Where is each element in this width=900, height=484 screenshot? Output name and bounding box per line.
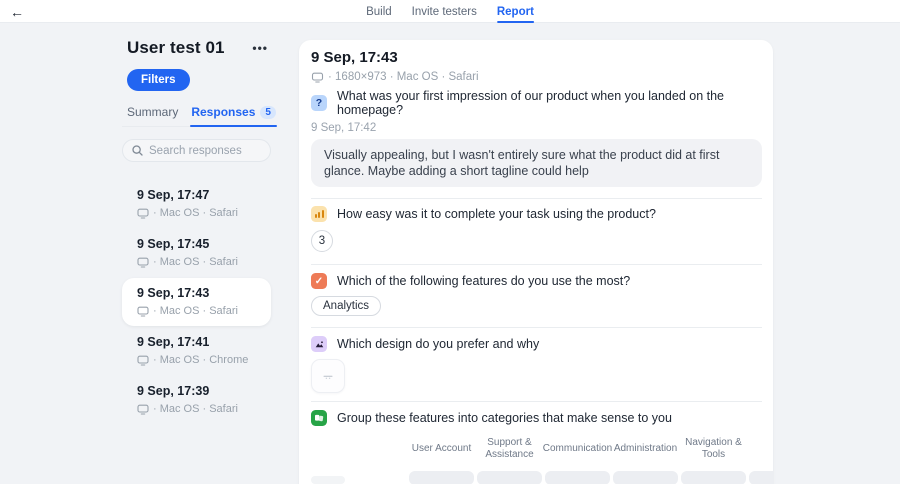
sort-matrix-cell — [613, 471, 678, 484]
sort-matrix-cell — [749, 471, 773, 484]
response-list-item[interactable]: 9 Sep, 17:45 · Mac OS · Safari — [122, 229, 271, 277]
choice-answer-pill: Analytics — [311, 296, 381, 316]
card-sort-question-icon — [311, 410, 327, 426]
responses-list: 9 Sep, 17:47 · Mac OS · Safari 9 Sep, 17… — [122, 180, 271, 424]
question-text: Group these features into categories tha… — [337, 411, 672, 425]
navbar-tabs: Build Invite testers Report — [366, 0, 534, 23]
divider — [311, 264, 762, 265]
responses-count-badge: 5 — [260, 106, 276, 119]
monitor-icon — [137, 306, 149, 317]
back-arrow-icon: ← — [10, 4, 24, 20]
sort-column-header: User Account — [409, 437, 474, 461]
tab-summary[interactable]: Summary — [127, 105, 178, 119]
sidebar-tabs: Summary Responses 5 — [122, 105, 271, 127]
scale-answer-value: 3 — [311, 230, 333, 252]
matrix-row-label — [311, 476, 345, 484]
monitor-icon — [137, 257, 149, 268]
device-info: · Mac OS · Safari — [153, 403, 238, 415]
back-button[interactable]: ← — [10, 0, 24, 23]
tab-build[interactable]: Build — [366, 0, 392, 23]
card-sort-matrix: User Account Support & Assistance Commun… — [311, 437, 762, 484]
open-answer-bubble: Visually appealing, but I wasn't entirel… — [311, 139, 762, 187]
monitor-icon — [137, 355, 149, 366]
top-navbar: ← Build Invite testers Report — [0, 0, 900, 23]
cards-icon — [314, 413, 324, 423]
response-list-item[interactable]: 9 Sep, 17:41 · Mac OS · Chrome — [122, 327, 271, 375]
tab-report[interactable]: Report — [497, 0, 534, 23]
search-responses-box — [122, 139, 271, 162]
device-info: · Mac OS · Safari — [153, 256, 238, 268]
sort-column-header: Support & Assistance — [477, 437, 542, 461]
device-info: · Mac OS · Safari — [153, 207, 238, 219]
choice-question-icon: ✓ — [311, 273, 327, 289]
preference-question-icon — [311, 336, 327, 352]
divider — [311, 198, 762, 199]
monitor-icon — [311, 72, 324, 83]
monitor-icon — [137, 208, 149, 219]
question-text: What was your first impression of our pr… — [337, 89, 762, 117]
response-title: 9 Sep, 17:43 — [311, 50, 762, 66]
filters-button[interactable]: Filters — [127, 69, 190, 91]
device-info: · Mac OS · Safari — [153, 305, 238, 317]
preference-answer-thumbnail[interactable] — [311, 359, 345, 393]
question-text: Which design do you prefer and why — [337, 337, 539, 351]
more-options-icon[interactable]: ••• — [252, 43, 268, 53]
response-detail-card: 9 Sep, 17:43 · 1680×973 · Mac OS · Safar… — [299, 40, 773, 484]
sort-column-header: Navigation & Tools — [681, 437, 746, 461]
sort-column-header: Communication — [545, 437, 610, 461]
image-placeholder-icon — [323, 372, 333, 380]
device-info: · Mac OS · Chrome — [153, 354, 248, 366]
open-question-icon: ? — [311, 95, 327, 111]
answer-timestamp: 9 Sep, 17:42 — [311, 122, 762, 134]
sort-matrix-cell — [477, 471, 542, 484]
sort-matrix-cell — [681, 471, 746, 484]
response-list-item[interactable]: 9 Sep, 17:39 · Mac OS · Safari — [122, 376, 271, 424]
sidebar: User test 01 ••• Filters Summary Respons… — [122, 38, 271, 425]
divider — [311, 401, 762, 402]
tab-responses[interactable]: Responses 5 — [191, 105, 276, 119]
response-list-item-selected[interactable]: 9 Sep, 17:43 · Mac OS · Safari — [122, 278, 271, 326]
sort-column-header — [749, 437, 773, 461]
image-icon — [314, 339, 325, 350]
response-list-item[interactable]: 9 Sep, 17:47 · Mac OS · Safari — [122, 180, 271, 228]
question-text: How easy was it to complete your task us… — [337, 207, 656, 221]
scale-question-icon — [311, 206, 327, 222]
tab-invite-testers[interactable]: Invite testers — [412, 0, 477, 23]
search-input[interactable] — [149, 145, 261, 157]
sort-matrix-cell — [409, 471, 474, 484]
sort-column-header: Administration — [613, 437, 678, 461]
sort-matrix-cell — [545, 471, 610, 484]
divider — [311, 327, 762, 328]
question-text: Which of the following features do you u… — [337, 274, 630, 288]
response-device-info: · 1680×973 · Mac OS · Safari — [328, 71, 479, 83]
search-icon — [132, 145, 143, 156]
test-title: User test 01 — [127, 38, 225, 58]
monitor-icon — [137, 404, 149, 415]
